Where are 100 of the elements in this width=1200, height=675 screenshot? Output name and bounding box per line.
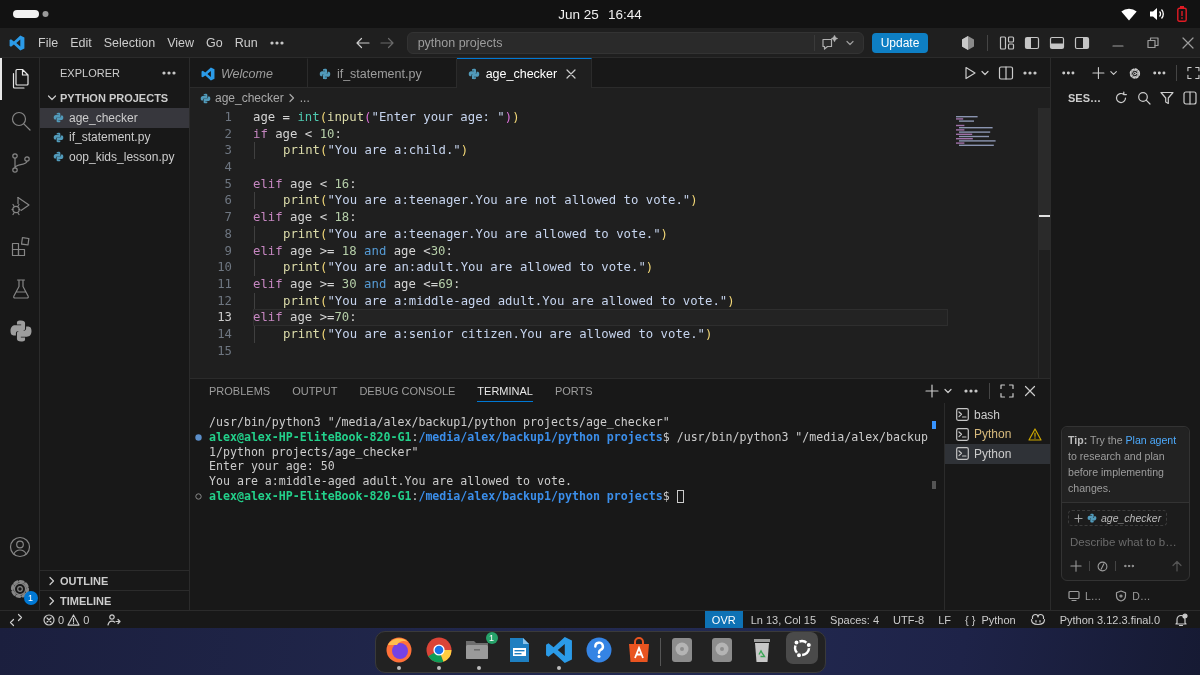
terminal-line: alex@alex-HP-EliteBook-820-G1:/media/alex/backup1/python projects$ /usr/bin/python3 "/media/alex/backup	[209, 429, 928, 445]
hexagon-icon[interactable]	[960, 34, 976, 51]
editor-tab[interactable]: if_statement.py	[307, 58, 457, 88]
editor-tab[interactable]: Welcome	[190, 58, 308, 88]
status-item[interactable]: LF	[932, 611, 958, 628]
bell-icon[interactable]	[1174, 612, 1188, 627]
close-icon[interactable]	[565, 67, 578, 80]
breadcrumb-item[interactable]: ...	[299, 91, 310, 105]
settings-icon[interactable]	[1127, 65, 1142, 81]
play-icon[interactable]	[962, 64, 978, 81]
plus-icon[interactable]	[1091, 66, 1105, 80]
ring-dots-icon[interactable]	[785, 632, 818, 664]
panel-tab[interactable]: TERMINAL	[477, 380, 533, 402]
terminal-item[interactable]: bash	[945, 405, 1050, 425]
close-icon[interactable]	[1181, 35, 1195, 50]
battery-alert-icon[interactable]	[1177, 6, 1187, 22]
terminal-line: Enter your age: 50	[209, 459, 335, 475]
menu-item[interactable]: Edit	[64, 32, 98, 53]
terminal-item[interactable]: Python	[945, 444, 1050, 464]
chat-footer-item[interactable]: D…	[1115, 589, 1151, 602]
person-arrow-icon[interactable]	[107, 612, 122, 627]
chevron-down-icon[interactable]	[1108, 68, 1118, 78]
flame-globe-icon[interactable]	[384, 636, 413, 664]
terminal-line: alex@alex-HP-EliteBook-820-G1:/media/alex/backup1/python projects$	[209, 489, 670, 504]
app-logo-icon	[201, 66, 215, 81]
plus-icon[interactable]	[925, 384, 939, 398]
menu-item[interactable]: Selection	[97, 32, 162, 53]
section-header[interactable]: OUTLINE	[40, 570, 189, 590]
account-icon[interactable]	[7, 535, 32, 559]
plan-agent-link[interactable]: Plan agent	[1125, 434, 1177, 446]
panel-bottom-icon[interactable]	[1049, 34, 1065, 51]
language-button[interactable]: { } Python	[959, 611, 1022, 628]
terminal-line: /usr/bin/python3 "/media/alex/backup1/python projects/age_checker"	[209, 415, 670, 430]
slashed-circle-icon[interactable]	[1097, 560, 1108, 572]
braces-icon: { }	[965, 613, 976, 626]
line-number: 7	[223, 209, 232, 226]
terminal-item[interactable]: Python	[945, 424, 1050, 444]
python-file-icon	[318, 67, 331, 80]
menu-item[interactable]: View	[161, 32, 200, 53]
folder-icon[interactable]	[464, 640, 489, 660]
volume-icon[interactable]	[1149, 7, 1165, 21]
chat-input-field[interactable]: age_checker Describe what to b…	[1062, 503, 1189, 580]
sessions-title: SES…	[1068, 92, 1101, 104]
restore-icon[interactable]	[1146, 35, 1160, 50]
maximize-icon[interactable]	[1187, 66, 1200, 80]
refresh-icon[interactable]	[1114, 91, 1128, 105]
tree-item[interactable]: age_checker	[40, 108, 189, 128]
close-icon[interactable]	[1024, 385, 1036, 397]
maximize-icon[interactable]	[1000, 384, 1014, 398]
status-item[interactable]: Ln 13, Col 15	[744, 611, 823, 628]
sidebar-left-icon[interactable]	[1024, 34, 1040, 51]
question-icon[interactable]	[584, 636, 613, 664]
line-number: 2	[223, 125, 232, 143]
split-panel-icon[interactable]	[1183, 91, 1197, 105]
code-logo-icon[interactable]	[544, 636, 573, 664]
folder-header[interactable]: PYTHON PROJECTS	[40, 88, 189, 108]
panel-tab[interactable]: PORTS	[554, 380, 593, 402]
segmented-circle-icon[interactable]	[424, 636, 453, 664]
update-button[interactable]: Update	[871, 32, 929, 53]
chat-footer-item[interactable]: L…	[1068, 589, 1102, 602]
goggles-icon[interactable]	[1029, 613, 1046, 626]
command-marker-icon[interactable]	[195, 492, 202, 500]
command-marker-icon[interactable]	[195, 433, 202, 441]
layout-icon[interactable]	[999, 34, 1015, 51]
split-editor-icon[interactable]	[998, 64, 1014, 81]
wifi-icon[interactable]	[1121, 7, 1137, 21]
line-number: 6	[223, 192, 232, 210]
angle-brackets-icon[interactable]	[9, 612, 23, 627]
menu-item[interactable]: File	[32, 32, 65, 53]
python-file-icon	[200, 92, 211, 104]
panel-tab[interactable]: OUTPUT	[292, 380, 338, 402]
status-item[interactable]: Spaces: 4	[824, 611, 886, 628]
search-icon[interactable]	[1137, 91, 1151, 105]
sidebar-right-icon[interactable]	[1074, 34, 1090, 51]
chevron-down-icon[interactable]	[943, 386, 953, 396]
mode-indicator[interactable]: OVR	[704, 611, 743, 628]
notification-badge: 1	[485, 632, 498, 644]
status-item[interactable]: Python 3.12.3.final.0	[1053, 611, 1166, 628]
chat-sparkle-icon[interactable]	[813, 34, 839, 51]
menu-item[interactable]: Run	[228, 32, 264, 53]
panel-tab[interactable]: PROBLEMS	[209, 380, 271, 402]
editor-tab[interactable]: age_checker	[456, 58, 593, 88]
menu-item[interactable]: Go	[200, 32, 229, 53]
breadcrumb-item[interactable]: age_checker	[215, 91, 284, 105]
editor-scrollbar[interactable]	[1038, 108, 1050, 378]
command-center-field[interactable]: python projects	[406, 31, 864, 54]
tree-item[interactable]: oop_kids_lesson.py	[40, 147, 189, 167]
code-line: elif age < 16:	[253, 175, 357, 193]
tree-item[interactable]: if_statement.py	[40, 127, 189, 147]
context-chip[interactable]: age_checker	[1068, 510, 1168, 526]
python-file-icon	[467, 67, 480, 80]
filter-icon[interactable]	[1160, 91, 1174, 105]
line-number: 3	[223, 142, 232, 160]
workspace-indicator-icon[interactable]	[13, 10, 49, 18]
problems-button[interactable]: 0 0	[37, 611, 96, 628]
shield-icon	[1115, 589, 1128, 602]
status-item[interactable]: UTF-8	[887, 611, 931, 628]
clock-button[interactable]: Jun 25 16:44	[558, 6, 642, 22]
terminal-line: 1/python projects/age_checker"	[209, 444, 419, 460]
panel-tab[interactable]: DEBUG CONSOLE	[359, 380, 456, 402]
